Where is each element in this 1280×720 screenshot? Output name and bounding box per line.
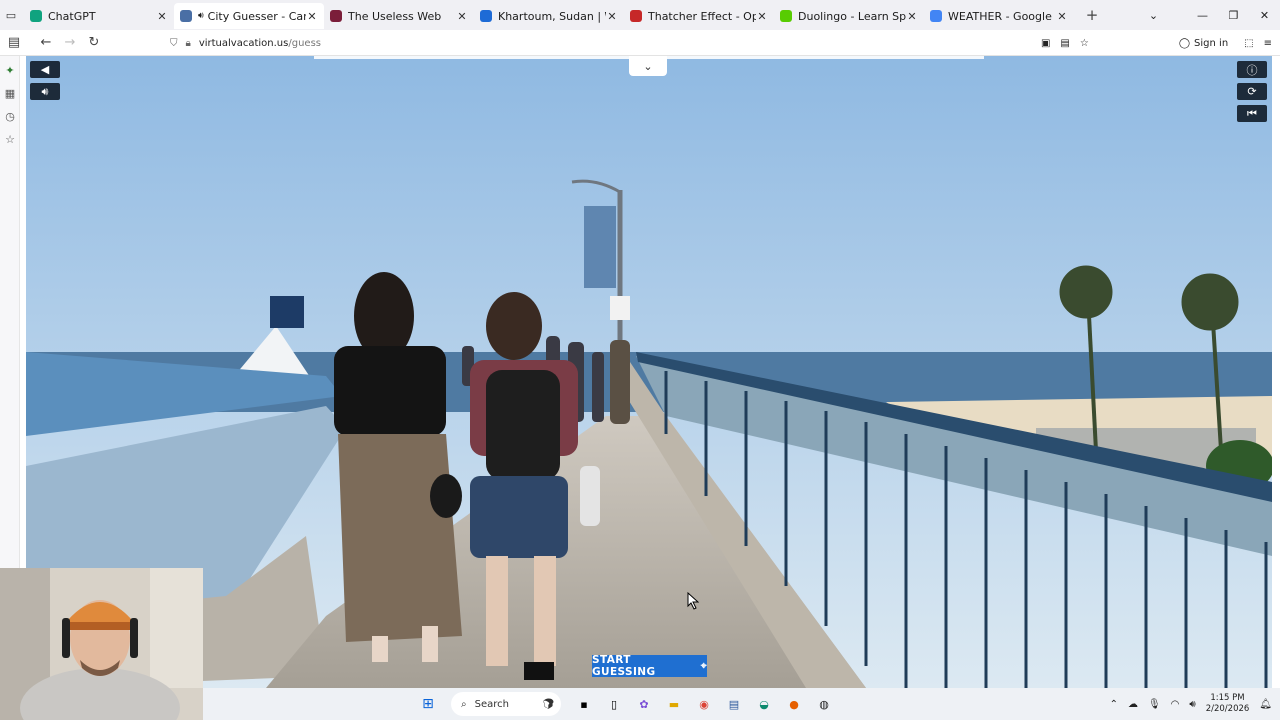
browser-tab[interactable]: The Useless Web ✕ [324,3,474,29]
close-tab-icon[interactable]: ✕ [906,10,918,23]
taskbar-search[interactable]: ⌕ Search 🍞︎ [451,692,561,716]
wifi-icon[interactable]: ◠ [1171,699,1180,710]
search-icon: ⌕ [461,698,467,710]
system-clock[interactable]: 1:15 PM 2/20/2026 [1206,693,1250,715]
browser-tab-title: Thatcher Effect - Optical Illusio [648,9,756,23]
bookmark-star-icon[interactable]: ☆ [1080,38,1089,49]
search-highlight-icon: 🍞︎ [542,698,555,710]
recording-app-icon[interactable]: ◍ [813,693,835,715]
duolingo-icon [780,10,792,22]
close-tab-icon[interactable]: ✕ [1056,10,1068,23]
chrome-icon[interactable]: ◉ [693,693,715,715]
weather-icon [480,10,492,22]
navigation-bar: ▤ ← → ↻ ⛉ 🔒︎ virtualvacation.us/guess ▣ … [0,30,1280,56]
edge-icon[interactable]: ◒ [753,693,775,715]
lock-icon[interactable]: 🔒︎ [186,38,191,49]
close-tab-icon[interactable]: ✕ [156,10,168,23]
browser-sidebar: ✦ ▦ ◷ ☆ [0,56,20,568]
sound-icon[interactable]: 🔊︎ [30,83,60,100]
back-button[interactable]: ← [34,35,58,50]
windows-taskbar: ⊞ ⌕ Search 🍞︎ ▪ ▯ ✿ ▬ ◉ ▤ ◒ ● ◍ ⌃ ☁ 🎙︎ ◠… [203,688,1280,720]
windows-start-icon[interactable]: ⊞ [417,693,439,715]
browser-tab-title: The Useless Web [348,9,442,23]
tab-strip: ▭ ChatGPT✕🔊︎City Guesser - Can you gue✕T… [0,0,1280,30]
menu-icon[interactable]: ≡ [1264,38,1272,49]
tab-overview-icon[interactable]: ▭ [0,0,22,30]
taskbar-search-label: Search [474,698,509,710]
reload-button[interactable]: ↻ [82,35,106,50]
start-guessing-button[interactable]: START GUESSING ⌖ [592,654,707,678]
clock-time: 1:15 PM [1210,693,1245,703]
ai-sparkle-icon[interactable]: ✦ [0,59,20,82]
tab-list-chevron-icon[interactable]: ⌄ [1138,9,1169,22]
webcam-overlay [0,568,203,720]
volume-icon[interactable]: 🔊︎ [1189,699,1195,710]
tray-overflow-icon[interactable]: ⌃ [1110,699,1118,710]
new-tab-button[interactable]: + [1080,6,1104,24]
task-view-icon[interactable]: ▪ [573,693,595,715]
notepad-icon[interactable]: ▯ [603,693,625,715]
word-icon[interactable]: ▤ [723,693,745,715]
start-guessing-label: START GUESSING [592,654,656,678]
restore-button[interactable]: ❐ [1218,9,1249,22]
skip-back-icon[interactable]: ⏮ [1237,105,1267,122]
browser-tab[interactable]: WEATHER - Google Search✕ [924,3,1074,29]
refresh-icon[interactable]: ⟳ [1237,83,1267,100]
save-page-icon[interactable]: ▤ [1060,38,1069,49]
tab-audio-icon[interactable]: 🔊︎ [198,11,204,21]
street-view-panorama[interactable]: ⌄ ◀ 🔊︎ ⓘ ⟳ ⏮ START GUESSING ⌖ [26,56,1272,688]
address-bar[interactable]: ⛉ 🔒︎ virtualvacation.us/guess [170,33,1090,53]
map-pin-icon: ⌖ [700,659,707,672]
close-tab-icon[interactable]: ✕ [606,10,618,23]
firefox-icon[interactable]: ● [783,693,805,715]
chatgpt-icon [30,10,42,22]
url-path: /guess [288,37,321,49]
red-circle-icon [630,10,642,22]
onedrive-icon[interactable]: ☁ [1128,699,1138,710]
pier-walkway-image [26,56,1272,688]
streamer-webcam-image [0,568,203,720]
back-arrow-button[interactable]: ◀ [30,61,60,78]
browser-tab[interactable]: Thatcher Effect - Optical Illusio✕ [624,3,774,29]
mouse-cursor-icon [687,592,699,610]
close-tab-icon[interactable]: ✕ [306,10,318,23]
useless-web-icon [330,10,342,22]
browser-tab-title: ChatGPT [48,9,96,23]
close-tab-icon[interactable]: ✕ [456,10,468,23]
clock-date: 2/20/2026 [1205,704,1250,714]
notification-bell-icon[interactable]: 🔔︎ [1259,699,1272,710]
picture-in-picture-icon[interactable]: ▣ [1041,38,1050,49]
google-icon [930,10,942,22]
browser-tab-title: City Guesser - Can you gue [207,9,306,23]
close-tab-icon[interactable]: ✕ [756,10,768,23]
bookmarks-icon[interactable]: ☆ [0,128,20,151]
browser-tab[interactable]: 🔊︎City Guesser - Can you gue✕ [174,3,324,29]
sidebar-toggle-icon[interactable]: ▤ [2,35,26,50]
browser-tab-title: Khartoum, Sudan | Weather Sat [498,9,606,23]
copilot-icon[interactable]: ✿ [633,693,655,715]
account-icon[interactable]: ◯ [1179,38,1190,49]
tabs-icon[interactable]: ▦ [0,82,20,105]
browser-tab[interactable]: Duolingo - Learn Spanish with✕ [774,3,924,29]
browser-tab-title: WEATHER - Google Search [948,9,1056,23]
close-window-button[interactable]: ✕ [1249,9,1280,22]
info-icon[interactable]: ⓘ [1237,61,1267,78]
globe-icon [180,10,192,22]
extensions-icon[interactable]: ⬚ [1244,38,1253,49]
file-explorer-icon[interactable]: ▬ [663,693,685,715]
forward-button[interactable]: → [58,35,82,50]
browser-tab-title: Duolingo - Learn Spanish with [798,9,906,23]
browser-tab[interactable]: ChatGPT ✕ [24,3,174,29]
expand-map-chevron-icon[interactable]: ⌄ [629,56,667,76]
sign-in-button[interactable]: Sign in [1194,38,1228,49]
shield-icon[interactable]: ⛉ [170,38,178,49]
minimize-button[interactable]: — [1187,9,1218,22]
url-domain: virtualvacation.us [198,37,289,49]
microphone-icon[interactable]: 🎙︎ [1148,699,1161,710]
browser-tab[interactable]: Khartoum, Sudan | Weather Sat✕ [474,3,624,29]
history-icon[interactable]: ◷ [0,105,20,128]
